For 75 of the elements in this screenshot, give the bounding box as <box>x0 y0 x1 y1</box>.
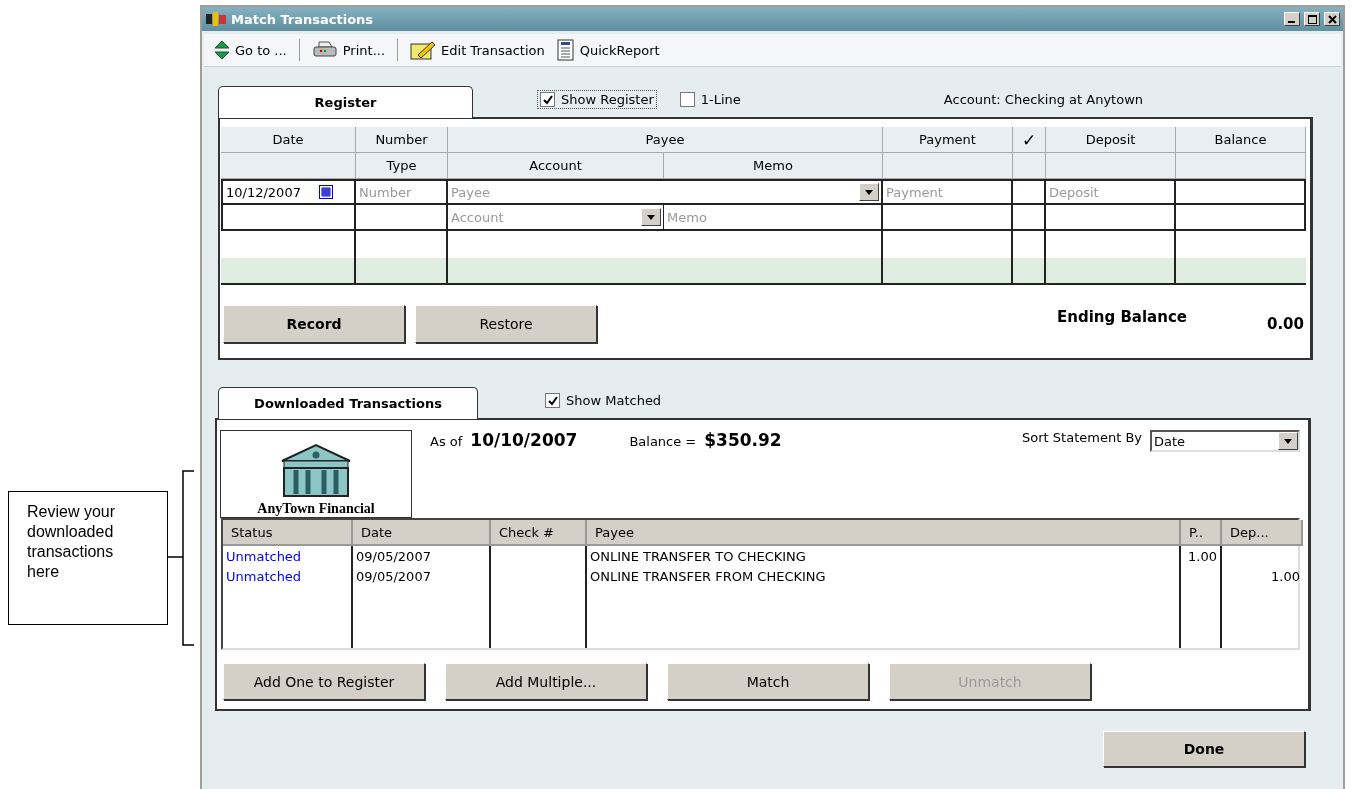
printer-icon <box>311 40 338 60</box>
column-header[interactable]: Status <box>223 520 353 546</box>
sort-dropdown[interactable]: Date <box>1150 430 1300 452</box>
table-cell <box>1013 205 1046 231</box>
column-header: ✓ <box>1013 127 1046 153</box>
column-header: Payee <box>448 127 883 153</box>
checkbox-label[interactable]: 1-Line <box>700 92 741 107</box>
action-button[interactable]: Match <box>667 663 869 700</box>
close-icon <box>1327 14 1337 24</box>
column-header: Number <box>356 127 448 153</box>
header-cell <box>1013 153 1046 179</box>
column-header[interactable]: P.. <box>1181 520 1222 546</box>
as-of-date: 10/10/2007 <box>470 430 578 450</box>
sort-label: Sort Statement By <box>1022 430 1142 445</box>
dropdown-button[interactable] <box>859 183 879 201</box>
up-down-arrows-icon <box>214 40 230 60</box>
dropdown-button[interactable] <box>641 208 661 226</box>
toolbar-button[interactable]: Edit Transaction <box>408 38 547 62</box>
action-button[interactable]: Add Multiple... <box>445 663 647 700</box>
ending-balance-value: 0.00 <box>1267 315 1304 333</box>
maximize-button[interactable] <box>1304 12 1320 26</box>
done-button[interactable]: Done <box>1103 731 1305 767</box>
column-header: Type <box>356 153 448 179</box>
bank-name: AnyTown Financial <box>257 501 375 517</box>
column-header: Balance <box>1176 127 1306 153</box>
column-header: Deposit <box>1046 127 1176 153</box>
register-tab[interactable]: Register <box>218 86 473 118</box>
maximize-icon <box>1307 14 1317 24</box>
status-cell[interactable]: Unmatched <box>223 566 353 586</box>
payee-field[interactable]: Payee <box>448 179 883 205</box>
toolbar-button[interactable]: QuickReport <box>552 37 662 63</box>
action-button[interactable]: Restore <box>415 305 597 343</box>
as-of-label: As of <box>430 434 463 449</box>
downloaded-tab[interactable]: Downloaded Transactions <box>218 387 478 419</box>
caret-icon <box>1284 438 1292 444</box>
column-header: Date <box>221 127 356 153</box>
table-cell: ONLINE TRANSFER FROM CHECKING <box>587 566 1181 586</box>
close-button[interactable] <box>1324 12 1340 26</box>
column-header[interactable]: Payee <box>587 520 1181 546</box>
caret-icon <box>865 189 873 195</box>
column-header: Memo <box>664 153 883 179</box>
balance-value: $350.92 <box>704 430 782 450</box>
table-cell: 1.00 <box>1181 546 1222 566</box>
toolbar-button[interactable]: Print... <box>309 38 388 62</box>
checkbox[interactable] <box>679 92 695 107</box>
caret-icon <box>647 214 655 220</box>
table-cell <box>1013 258 1046 285</box>
window-title: Match Transactions <box>231 11 375 27</box>
column-header[interactable]: Check # <box>491 520 587 546</box>
action-button[interactable]: Add One to Register <box>223 663 425 700</box>
account-label: Account: Checking at Anytown <box>943 92 1143 107</box>
report-icon <box>554 39 575 61</box>
table-cell-text: 1.00 <box>1270 567 1301 586</box>
pencil-paper-icon <box>410 40 437 60</box>
app-icon <box>205 11 227 27</box>
toolbar-button[interactable]: Go to ... <box>212 38 289 62</box>
checkbox-label[interactable]: Show Matched <box>566 393 662 408</box>
date-field[interactable]: 10/12/2007 <box>221 179 356 205</box>
checkbox[interactable] <box>545 393 560 408</box>
status-cell[interactable]: Unmatched <box>223 546 353 566</box>
column-header[interactable]: Date <box>353 520 491 546</box>
action-button[interactable]: Record <box>223 305 405 343</box>
column-header[interactable]: Dep... <box>1222 520 1303 546</box>
ending-balance-label: Ending Balance <box>1056 308 1187 326</box>
table-cell: ONLINE TRANSFER TO CHECKING <box>587 546 1181 566</box>
balance-label: Balance = <box>629 434 697 449</box>
calendar-icon[interactable] <box>319 185 333 199</box>
callout-box: Review your downloaded transactions here <box>8 491 168 625</box>
table-cell: 09/05/2007 <box>353 546 491 566</box>
minimize-button[interactable] <box>1284 12 1300 26</box>
account-field[interactable]: Account <box>448 205 664 231</box>
column-header: Account <box>448 153 664 179</box>
table-cell: 09/05/2007 <box>353 566 491 586</box>
column-header: Payment <box>883 127 1013 153</box>
checkbox[interactable] <box>540 92 555 107</box>
